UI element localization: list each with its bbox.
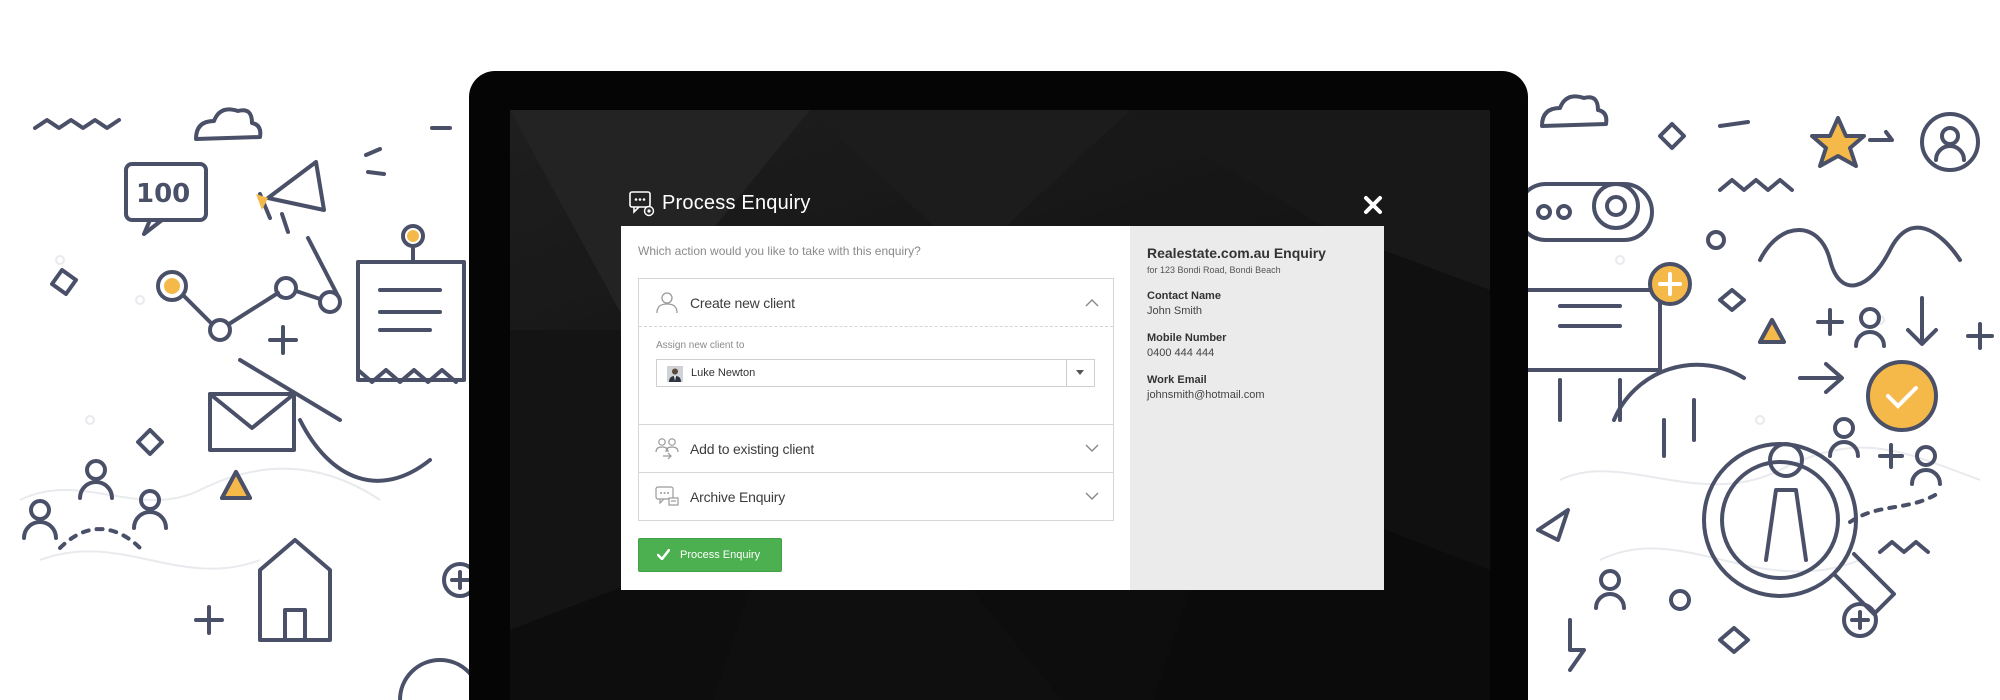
contact-name-group: Contact Name John Smith [1147, 290, 1384, 317]
check-icon [657, 549, 670, 560]
process-enquiry-button[interactable]: Process Enquiry [638, 538, 782, 572]
archive-chat-icon [655, 486, 679, 506]
mobile-number-label: Mobile Number [1147, 332, 1227, 344]
user-icon [656, 292, 678, 314]
contact-name-value: John Smith [1147, 305, 1203, 317]
chevron-up-icon[interactable] [1085, 298, 1099, 307]
process-enquiry-label: Process Enquiry [680, 549, 761, 561]
work-email-group: Work Email johnsmith@hotmail.com [1147, 374, 1384, 401]
mobile-number-value: 0400 444 444 [1147, 347, 1215, 359]
accordion-label: Add to existing client [690, 441, 815, 457]
chat-settings-icon [629, 191, 655, 217]
close-icon[interactable] [1362, 194, 1384, 216]
hero-stage: 100 Process Enquiry Which action would y… [0, 0, 2000, 700]
enquiry-details-panel: Realestate.com.au Enquiry for 123 Bondi … [1130, 226, 1384, 590]
accordion-add-existing-client[interactable]: Add to existing client [639, 425, 1113, 472]
accordion-label: Create new client [690, 295, 795, 311]
contact-name-label: Contact Name [1147, 290, 1221, 302]
accordion-label: Archive Enquiry [690, 489, 786, 505]
process-enquiry-modal: Which action would you like to take with… [621, 226, 1384, 590]
work-email-value[interactable]: johnsmith@hotmail.com [1147, 389, 1384, 401]
modal-actions-panel: Which action would you like to take with… [621, 226, 1130, 590]
mobile-number-group: Mobile Number 0400 444 444 [1147, 332, 1384, 359]
caret-down-icon [1076, 370, 1084, 375]
assign-client-select[interactable]: Luke Newton [656, 359, 1095, 387]
action-accordion: Create new client Assign new client to L… [638, 278, 1114, 521]
modal-header: Process Enquiry [628, 190, 1384, 226]
dropdown-toggle[interactable] [1066, 360, 1094, 386]
assign-selected-value: Luke Newton [691, 367, 756, 379]
assign-label: Assign new client to [656, 340, 745, 351]
accordion-create-new-client[interactable]: Create new client [639, 279, 1113, 326]
create-client-body: Assign new client to Luke Newton [639, 327, 1113, 424]
enquiry-title: Realestate.com.au Enquiry [1147, 245, 1326, 261]
work-email-label: Work Email [1147, 374, 1207, 386]
chevron-down-icon[interactable] [1085, 492, 1099, 501]
enquiry-subtitle: for 123 Bondi Road, Bondi Beach [1147, 265, 1281, 275]
chevron-down-icon[interactable] [1085, 444, 1099, 453]
action-question: Which action would you like to take with… [638, 244, 921, 258]
modal-title: Process Enquiry [662, 192, 811, 214]
svg-text:100: 100 [136, 179, 190, 209]
users-icon [655, 438, 679, 460]
accordion-archive-enquiry[interactable]: Archive Enquiry [639, 473, 1113, 520]
avatar [667, 366, 683, 382]
